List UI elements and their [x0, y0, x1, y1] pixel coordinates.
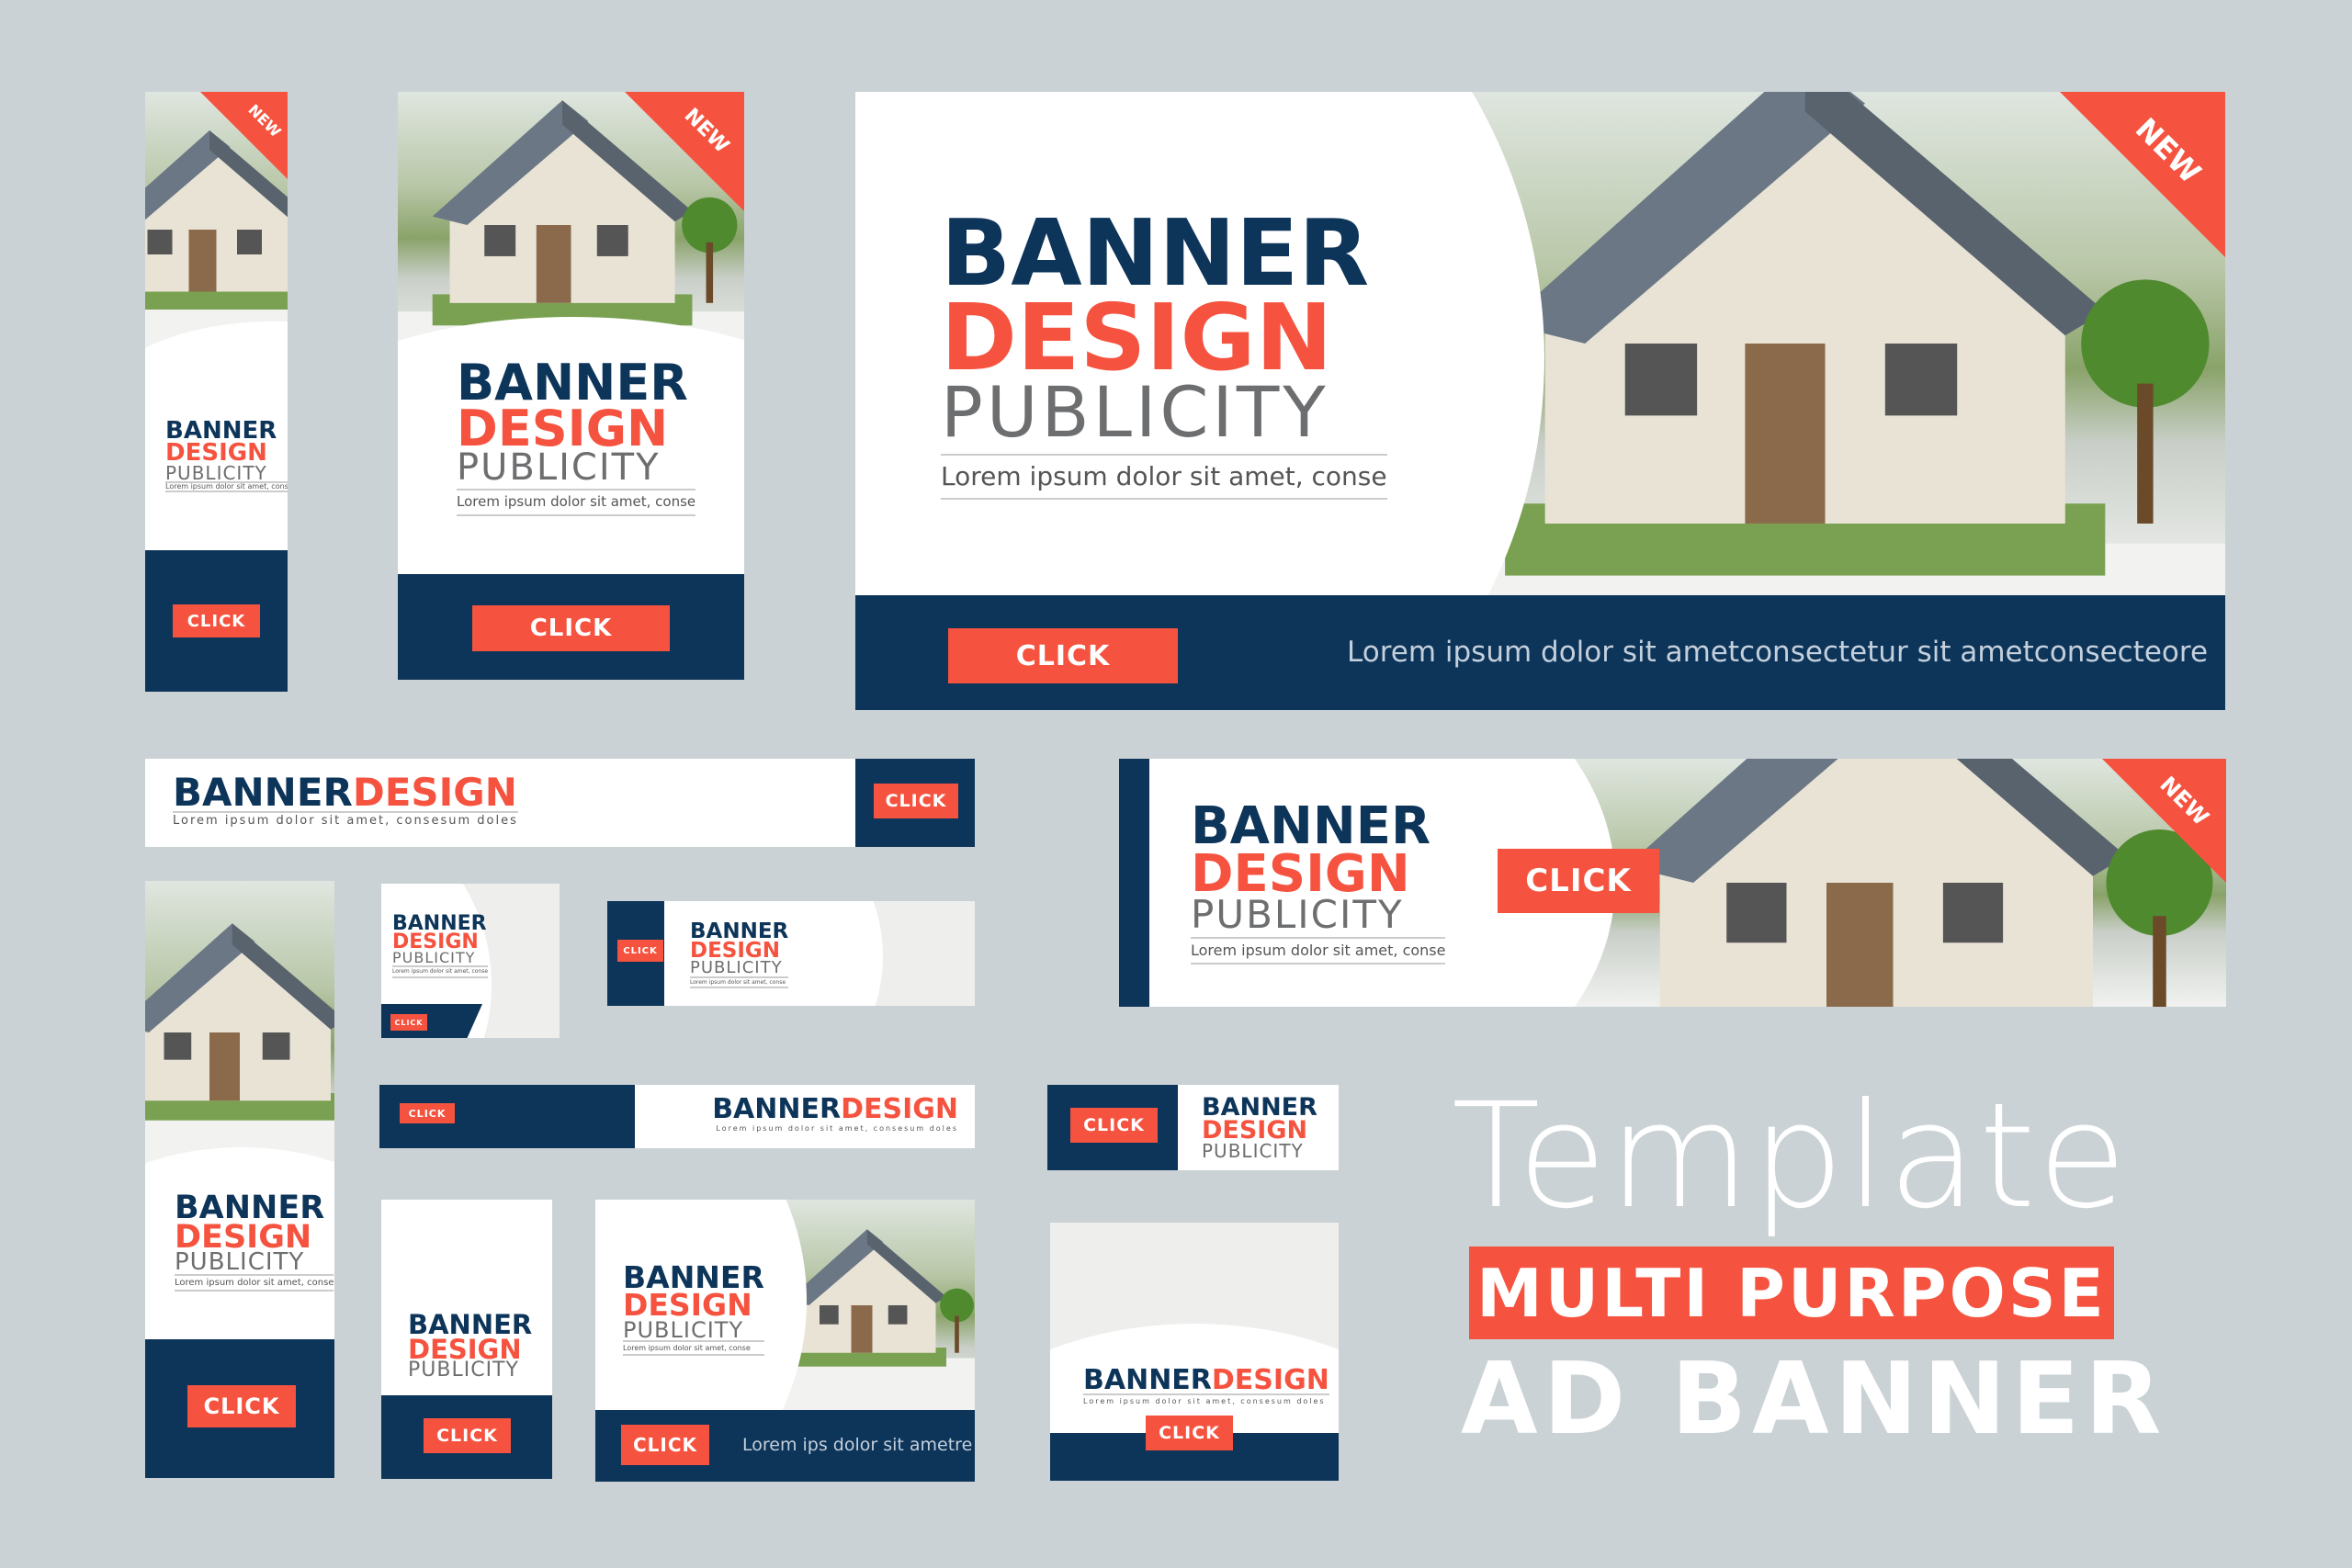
click-button[interactable]: CLICK: [173, 604, 260, 637]
click-button[interactable]: CLICK: [874, 784, 958, 818]
click-button[interactable]: CLICK: [1498, 849, 1659, 913]
logo: BANNER DESIGN PUBLICITY Lorem ipsum dolor s…: [941, 208, 1387, 500]
logo: BANNER DESIGN PUBLICITY Lorem ipsum dolor s…: [1191, 801, 1446, 965]
small-tall-banner: BANNER DESIGN PUBLICITY CLICK: [381, 1200, 552, 1479]
headline-multi-purpose: MULTI PURPOSE: [1469, 1247, 2114, 1339]
logo: BANNER DESIGN PUBLICITY Lorem ipsum dolor s…: [165, 419, 288, 492]
click-button[interactable]: CLICK: [617, 940, 663, 962]
logo: BANNER DESIGN PUBLICITY: [1202, 1093, 1317, 1162]
logo: BANNER DESIGN PUBLICITY Lorem ipsum dolor s…: [175, 1191, 334, 1292]
logo: BANNERDESIGN Lorem ipsum dolor sit amet, …: [712, 1093, 958, 1133]
skyscraper-banner: NEW BANNER DESIGN PUBLICITY Lorem ipsum dol…: [145, 92, 288, 692]
click-button[interactable]: CLICK: [187, 1385, 296, 1427]
new-badge: [2060, 92, 2225, 257]
click-button[interactable]: CLICK: [400, 1103, 455, 1123]
house-photo: [145, 881, 334, 1184]
new-badge: [2102, 759, 2226, 883]
footer-text: Lorem ipsum dolor sit ametconsectetur si…: [1347, 636, 2209, 669]
logo: BANNER DESIGN PUBLICITY Lorem ipsum dolor s…: [392, 913, 489, 978]
wide-banner: NEW BANNER DESIGN PUBLICITY Lorem ipsum dol…: [1119, 759, 2226, 1007]
vertical-banner: BANNER DESIGN PUBLICITY Lorem ipsum dolor s…: [145, 881, 334, 1478]
small-rect-banner: CLICK BANNER DESIGN PUBLICITY Lorem ipsum d…: [607, 901, 975, 1006]
click-button[interactable]: CLICK: [1146, 1416, 1233, 1450]
logo: BANNER DESIGN PUBLICITY Lorem ipsum dolor s…: [690, 920, 789, 989]
logo: BANNER DESIGN PUBLICITY Lorem ipsum dolor s…: [457, 358, 696, 516]
thin-strip-banner: CLICK BANNERDESIGN Lorem ipsum dolor sit …: [379, 1085, 975, 1148]
footer-text: Lorem ips dolor sit ametre: [742, 1435, 973, 1455]
click-button[interactable]: CLICK: [424, 1418, 511, 1453]
logo: BANNERDESIGN Lorem ipsum dolor sit amet, …: [1083, 1364, 1329, 1405]
logo: BANNER DESIGN PUBLICITY: [408, 1309, 533, 1382]
headline-template: Template: [1452, 1072, 2129, 1241]
medium-rect-banner: BANNER DESIGN PUBLICITY Lorem ipsum dolor s…: [595, 1200, 975, 1482]
headline-ad-banner: AD BANNER: [1461, 1342, 2167, 1457]
logo: BANNER DESIGN PUBLICITY Lorem ipsum dolor s…: [623, 1262, 764, 1357]
leaderboard-banner: BANNERDESIGN Lorem ipsum dolor sit amet, …: [145, 759, 975, 847]
tall-banner: NEW BANNER DESIGN PUBLICITY Lorem ipsum dol…: [398, 92, 744, 680]
square-banner: BANNERDESIGN Lorem ipsum dolor sit amet, …: [1050, 1223, 1339, 1481]
click-button[interactable]: CLICK: [1070, 1108, 1158, 1143]
logo: BANNERDESIGN Lorem ipsum dolor sit amet, …: [173, 770, 518, 828]
click-button[interactable]: CLICK: [390, 1014, 427, 1031]
click-button[interactable]: CLICK: [621, 1425, 709, 1465]
click-button[interactable]: CLICK: [948, 628, 1178, 683]
compact-banner: CLICK BANNER DESIGN PUBLICITY: [1047, 1085, 1339, 1170]
small-square-banner: BANNER DESIGN PUBLICITY Lorem ipsum dolor s…: [381, 884, 560, 1038]
new-badge: [625, 92, 744, 211]
large-banner: NEW BANNER DESIGN PUBLICITY Lorem ipsum dol…: [855, 92, 2225, 710]
click-button[interactable]: CLICK: [472, 605, 670, 651]
